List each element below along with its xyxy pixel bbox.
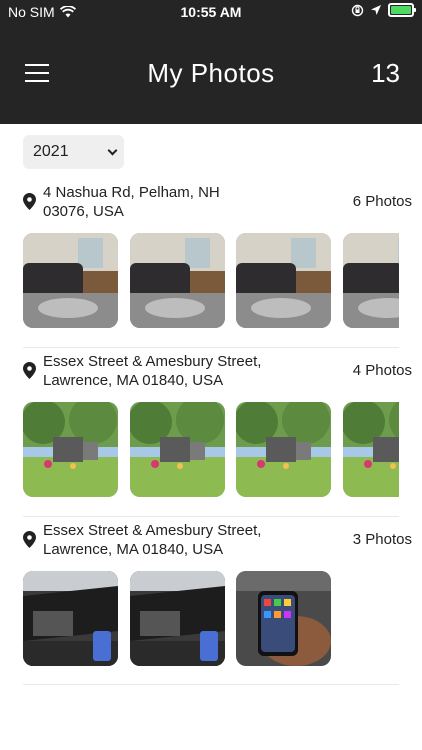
orientation-lock-icon xyxy=(351,4,364,16)
photo-thumbnail[interactable] xyxy=(343,233,399,328)
map-pin-icon xyxy=(23,362,36,379)
address-line: Lawrence, MA 01840, USA xyxy=(43,541,224,558)
photo-thumbnail[interactable] xyxy=(236,571,331,666)
address-line: 03076, USA xyxy=(43,203,124,220)
address-line: 4 Nashua Rd, Pelham, NH xyxy=(43,184,220,201)
location-arrow-icon xyxy=(371,5,381,15)
address-line: Essex Street & Amesbury Street, xyxy=(43,353,262,370)
photo-count: 6 Photos xyxy=(352,193,412,210)
map-pin-icon xyxy=(23,193,36,210)
section-header: Essex Street & Amesbury Street, Lawrence… xyxy=(23,521,412,565)
year-select[interactable]: 2021 xyxy=(23,135,124,169)
section-header: Essex Street & Amesbury Street, Lawrence… xyxy=(23,352,412,396)
photo-thumbnail[interactable] xyxy=(130,233,225,328)
battery-icon xyxy=(388,3,416,17)
map-pin-icon xyxy=(23,531,36,548)
photo-thumbnail[interactable] xyxy=(343,402,399,497)
section-divider xyxy=(23,684,399,685)
thumbnail-strip[interactable] xyxy=(23,402,399,498)
photo-thumbnail[interactable] xyxy=(23,402,118,497)
section-header: 4 Nashua Rd, Pelham, NH 03076, USA 6 Pho… xyxy=(23,183,412,227)
page-title: My Photos xyxy=(147,58,275,88)
navigation-bar: My Photos 13 xyxy=(0,24,422,124)
address-line: Lawrence, MA 01840, USA xyxy=(43,372,224,389)
photo-count: 4 Photos xyxy=(352,362,412,379)
photo-thumbnail[interactable] xyxy=(23,233,118,328)
location-address: Essex Street & Amesbury Street, Lawrence… xyxy=(43,521,303,559)
year-select-value: 2021 xyxy=(33,143,69,160)
location-address: Essex Street & Amesbury Street, Lawrence… xyxy=(43,352,303,390)
location-section[interactable]: Essex Street & Amesbury Street, Lawrence… xyxy=(23,352,412,396)
location-section[interactable]: Essex Street & Amesbury Street, Lawrence… xyxy=(23,521,412,565)
status-icons xyxy=(351,3,416,17)
chevron-down-icon xyxy=(107,145,118,156)
status-bar: No SIM 10:55 AM xyxy=(0,0,422,24)
address-line: Essex Street & Amesbury Street, xyxy=(43,522,262,539)
thumbnail-strip[interactable] xyxy=(23,571,399,667)
thumbnail-strip[interactable] xyxy=(23,233,399,329)
photo-total-count: 13 xyxy=(371,58,400,88)
section-divider xyxy=(23,516,399,517)
photo-count: 3 Photos xyxy=(352,531,412,548)
photo-thumbnail[interactable] xyxy=(23,571,118,666)
location-section[interactable]: 4 Nashua Rd, Pelham, NH 03076, USA 6 Pho… xyxy=(23,183,412,227)
photo-thumbnail[interactable] xyxy=(130,571,225,666)
section-divider xyxy=(23,347,399,348)
location-address: 4 Nashua Rd, Pelham, NH 03076, USA xyxy=(43,183,303,221)
photo-thumbnail[interactable] xyxy=(130,402,225,497)
photo-thumbnail[interactable] xyxy=(236,233,331,328)
battery-fill xyxy=(391,6,411,14)
photo-thumbnail[interactable] xyxy=(236,402,331,497)
